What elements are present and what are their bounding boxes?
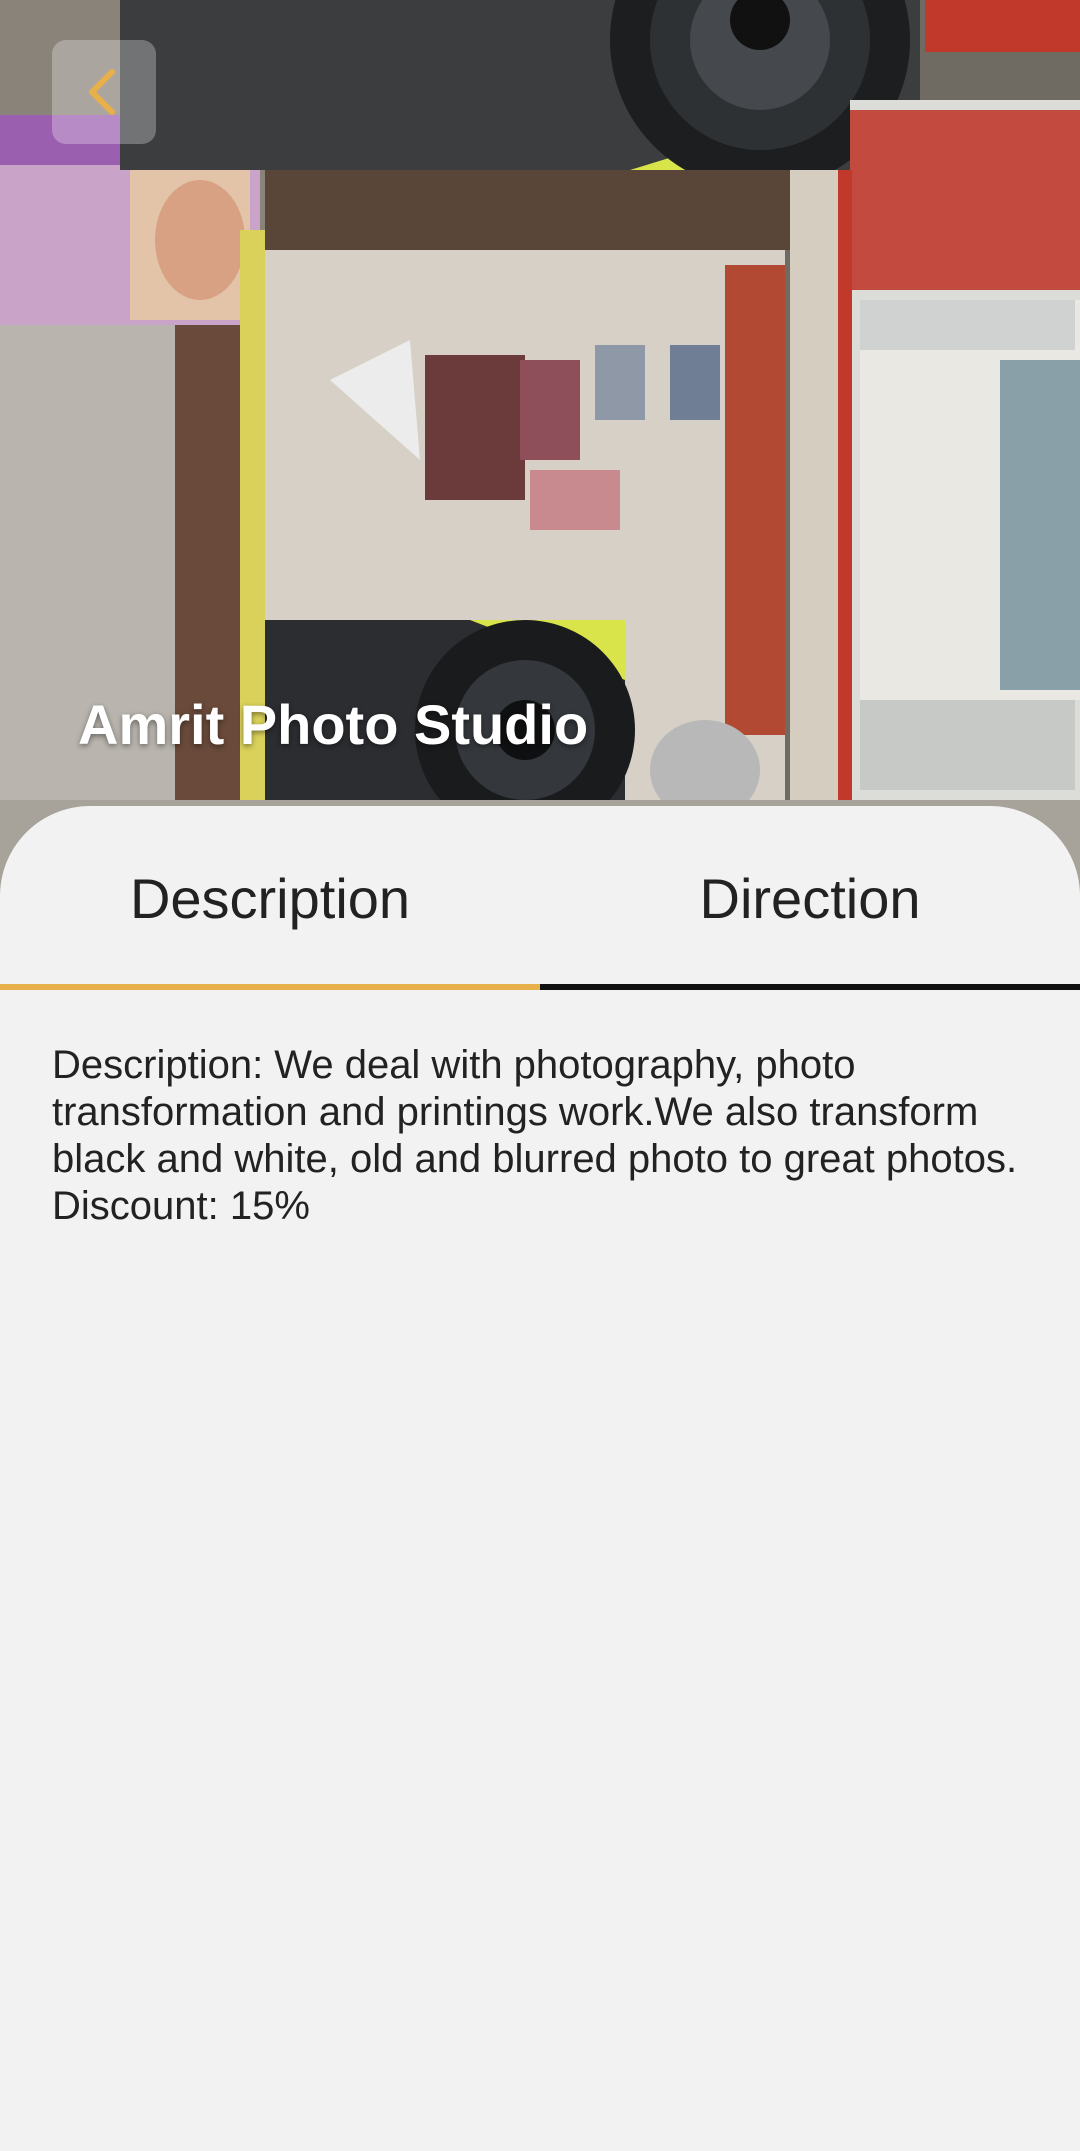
storefront-photo: Amrit Photo Studio bbox=[0, 0, 1080, 900]
tab-description-label: Description bbox=[129, 866, 411, 930]
tab-direction[interactable]: Direction bbox=[540, 806, 1080, 990]
tab-description-indicator bbox=[0, 984, 540, 990]
details-sheet: Description Direction Description: We de… bbox=[0, 806, 1080, 2151]
back-button[interactable] bbox=[52, 40, 156, 144]
tab-description[interactable]: Description bbox=[0, 806, 540, 990]
tab-direction-indicator bbox=[540, 984, 1080, 990]
chevron-left-icon bbox=[89, 69, 115, 115]
storefront-photo-illustration bbox=[0, 0, 1080, 900]
description-text: Description: We deal with photography, p… bbox=[52, 1043, 1062, 1228]
tab-bar: Description Direction bbox=[0, 806, 1080, 990]
tab-direction-label: Direction bbox=[699, 866, 921, 930]
page-title: Amrit Photo Studio bbox=[78, 693, 589, 756]
